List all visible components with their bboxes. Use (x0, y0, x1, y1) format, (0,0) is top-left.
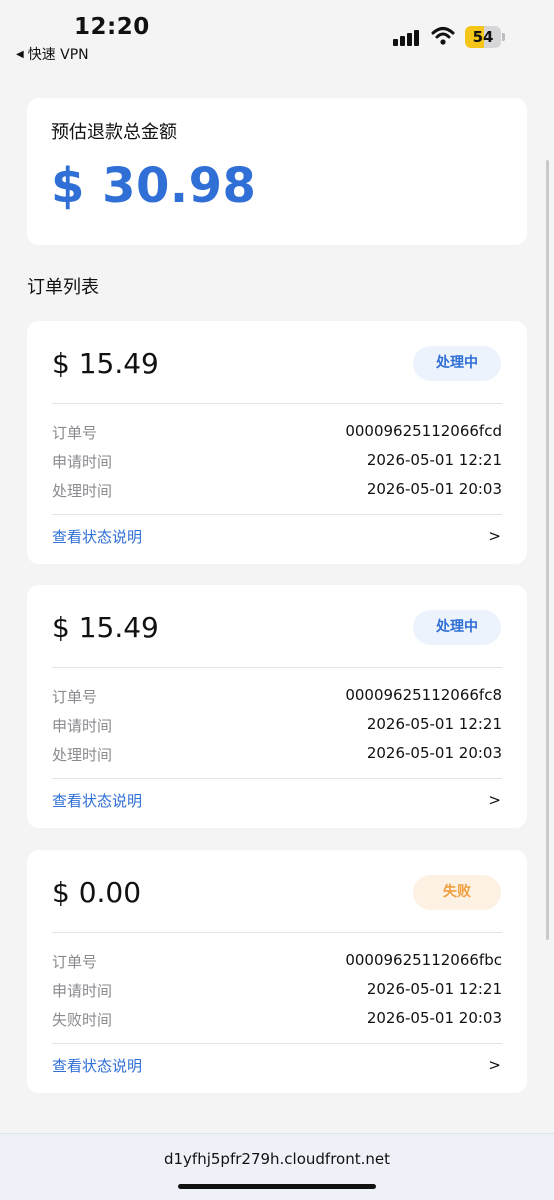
order-list-title: 订单列表 (27, 277, 99, 298)
apply-time-row: 申请时间 2026-05-01 12:21 (52, 715, 502, 737)
wifi-icon (431, 27, 455, 45)
cellular-signal-icon (393, 30, 420, 46)
chevron-right-icon[interactable]: > (488, 1056, 501, 1074)
home-indicator[interactable] (178, 1184, 376, 1189)
row-label: 申请时间 (52, 982, 113, 1000)
status-badge: 处理中 (413, 610, 501, 645)
browser-address-bar[interactable]: d1yfhj5pfr279h.cloudfront.net (0, 1133, 554, 1200)
divider (52, 667, 502, 668)
row-value: 2026-05-01 12:21 (366, 980, 502, 998)
order-amount: $ 15.49 (52, 347, 159, 380)
order-card: $ 0.00 失败 订单号 00009625112066fbc 申请时间 202… (27, 850, 527, 1093)
refund-total-label: 预估退款总金额 (51, 122, 177, 143)
process-time-row: 处理时间 2026-05-01 20:03 (52, 744, 502, 766)
row-value: 00009625112066fbc (345, 951, 502, 969)
battery-percent: 54 (472, 28, 494, 46)
row-label: 订单号 (52, 688, 98, 706)
status-badge: 失败 (413, 875, 501, 910)
order-card: $ 15.49 处理中 订单号 00009625112066fcd 申请时间 2… (27, 321, 527, 564)
row-label: 失败时间 (52, 1011, 113, 1029)
view-status-explanation-link[interactable]: 查看状态说明 (52, 1055, 142, 1076)
order-number-row: 订单号 00009625112066fcd (52, 422, 502, 444)
row-value: 2026-05-01 12:21 (366, 715, 502, 733)
back-triangle-icon: ◀ (16, 48, 24, 60)
row-value: 2026-05-01 20:03 (366, 744, 502, 762)
refund-total-amount: $ 30.98 (51, 158, 257, 214)
row-label: 处理时间 (52, 482, 113, 500)
clock: 12:20 (74, 14, 150, 40)
row-value: 00009625112066fc8 (345, 686, 502, 704)
order-amount: $ 0.00 (52, 876, 142, 909)
divider (52, 932, 502, 933)
row-label: 订单号 (52, 953, 98, 971)
divider (52, 778, 502, 779)
row-value: 2026-05-01 12:21 (366, 451, 502, 469)
row-label: 申请时间 (52, 717, 113, 735)
scrollbar[interactable] (546, 160, 549, 940)
divider (52, 403, 502, 404)
back-to-app-link[interactable]: ◀ 快速 VPN (16, 44, 89, 64)
row-value: 2026-05-01 20:03 (366, 480, 502, 498)
back-app-label: 快速 VPN (27, 47, 89, 63)
order-card: $ 15.49 处理中 订单号 00009625112066fc8 申请时间 2… (27, 585, 527, 828)
apply-time-row: 申请时间 2026-05-01 12:21 (52, 980, 502, 1002)
row-label: 处理时间 (52, 746, 113, 764)
row-value: 2026-05-01 20:03 (366, 1009, 502, 1027)
view-status-explanation-link[interactable]: 查看状态说明 (52, 790, 142, 811)
row-value: 00009625112066fcd (345, 422, 502, 440)
status-badge: 处理中 (413, 346, 501, 381)
chevron-right-icon[interactable]: > (488, 527, 501, 545)
chevron-right-icon[interactable]: > (488, 791, 501, 809)
fail-time-row: 失败时间 2026-05-01 20:03 (52, 1009, 502, 1031)
view-status-explanation-link[interactable]: 查看状态说明 (52, 526, 142, 547)
refund-summary-card: 预估退款总金额 $ 30.98 (27, 98, 527, 245)
divider (52, 1043, 502, 1044)
order-amount: $ 15.49 (52, 611, 159, 644)
apply-time-row: 申请时间 2026-05-01 12:21 (52, 451, 502, 473)
battery-icon: 54 (465, 26, 505, 48)
order-number-row: 订单号 00009625112066fbc (52, 951, 502, 973)
row-label: 订单号 (52, 424, 98, 442)
row-label: 申请时间 (52, 453, 113, 471)
divider (52, 514, 502, 515)
status-bar: 12:20 ◀ 快速 VPN 54 (0, 0, 554, 70)
process-time-row: 处理时间 2026-05-01 20:03 (52, 480, 502, 502)
url-text[interactable]: d1yfhj5pfr279h.cloudfront.net (0, 1150, 554, 1168)
order-number-row: 订单号 00009625112066fc8 (52, 686, 502, 708)
